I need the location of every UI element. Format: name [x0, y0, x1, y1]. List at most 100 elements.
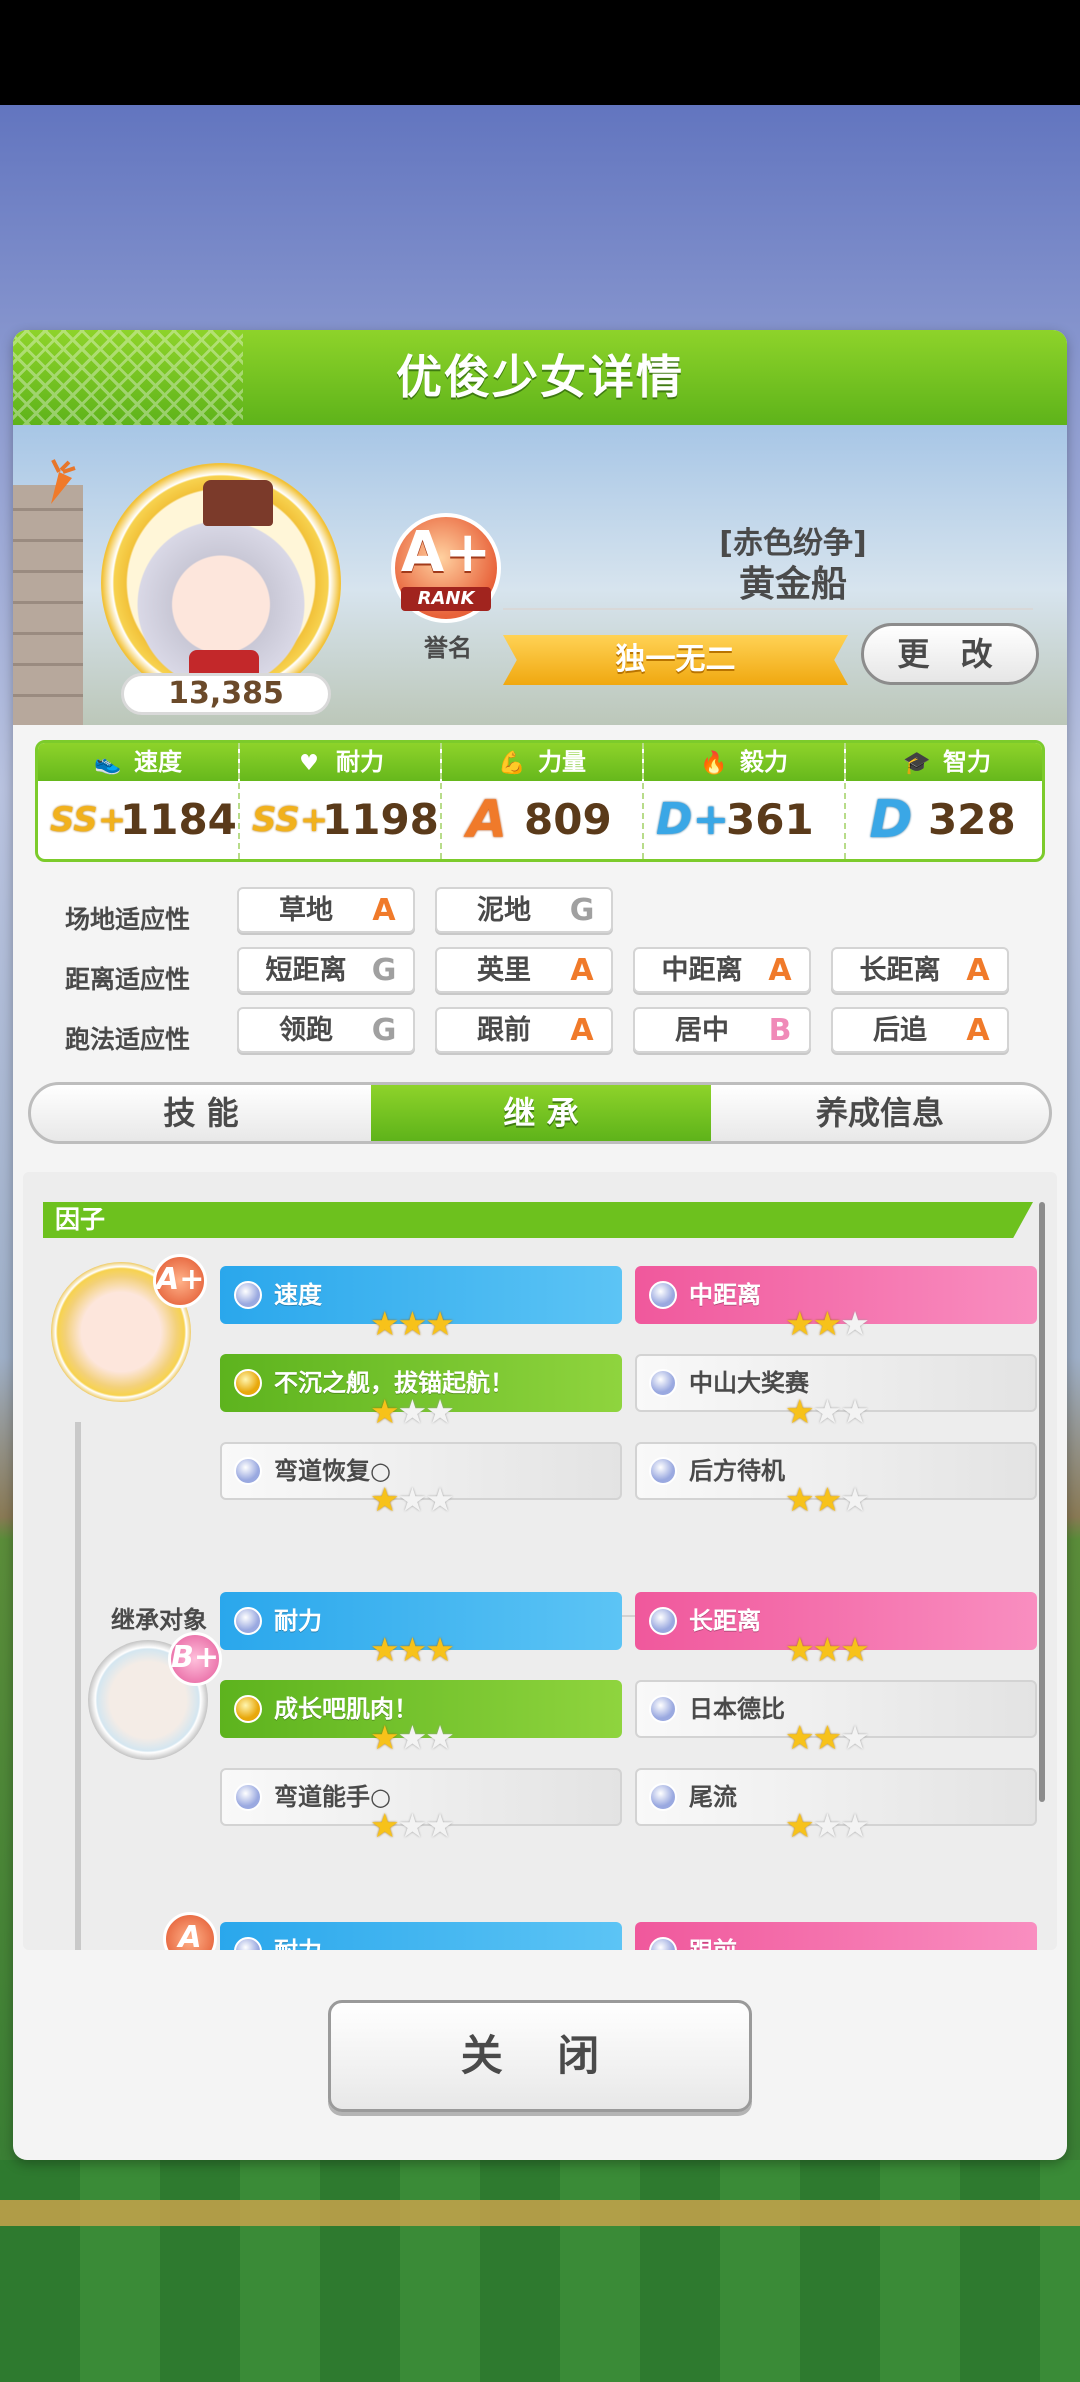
star-filled-icon: ★: [397, 1630, 428, 1669]
status-bar: [0, 0, 1080, 105]
scrollbar[interactable]: [1039, 1202, 1045, 1802]
panel-header: 优俊少女详情: [13, 330, 1067, 425]
self-rank-badge: A+: [153, 1254, 207, 1308]
panel-title: 优俊少女详情: [396, 350, 684, 404]
factor-parent-3[interactable]: 日本德比 ★★★: [635, 1680, 1037, 1756]
star-filled-icon: ★: [840, 1630, 870, 1669]
star-filled-icon: ★: [425, 1630, 455, 1669]
factor-self-2[interactable]: 不沉之舰，拔锚起航！ ★★★: [220, 1354, 622, 1430]
star-filled-icon: ★: [785, 1304, 815, 1343]
stat-value: 328: [928, 795, 1016, 844]
factor-self-4[interactable]: 弯道恢复○ ★★★: [220, 1442, 622, 1518]
divider: [503, 608, 1033, 610]
factor-self-3[interactable]: 中山大奖赛 ★★★: [635, 1354, 1037, 1430]
star-empty-icon: ★: [397, 1480, 428, 1519]
muscle-icon: 💪: [498, 751, 526, 776]
title-ribbon: 独一无二: [503, 635, 848, 685]
star-empty-icon: ★: [397, 1718, 428, 1757]
style-aptitude-label: 跑法适应性: [65, 1025, 191, 1054]
factor-parent-2[interactable]: 成长吧肌肉！ ★★★: [220, 1680, 622, 1756]
star-filled-icon: ★: [370, 1806, 400, 1845]
star-empty-icon: ★: [840, 1392, 870, 1431]
stat-name: 力量: [538, 748, 586, 776]
close-button[interactable]: 关 闭: [328, 2000, 752, 2112]
aptitude-dirt: 泥地 G: [435, 887, 613, 933]
star-filled-icon: ★: [425, 1304, 455, 1343]
factor-parent-4[interactable]: 弯道能手○ ★★★: [220, 1768, 622, 1844]
umamusume-detail-panel: 优俊少女详情 13,385 A+ RANK 誉名 [赤色纷争] 黄金船 独一无二…: [13, 330, 1067, 2160]
character-hat: [203, 480, 273, 526]
tab-inheritance[interactable]: 继 承: [371, 1085, 711, 1141]
rank-caption: 誉名: [424, 634, 472, 662]
star-filled-icon: ★: [812, 1480, 843, 1519]
aptitude-medium: 中距离 A: [633, 947, 811, 993]
tab-skills[interactable]: 技 能: [31, 1085, 371, 1141]
factor-next-1[interactable]: 跟前: [635, 1922, 1037, 1950]
factor-self-0[interactable]: 速度 ★★★: [220, 1266, 622, 1342]
detail-tabs: 技 能 继 承 养成信息: [28, 1082, 1052, 1144]
factor-header: 因子: [43, 1202, 1033, 1238]
star-empty-icon: ★: [812, 1806, 843, 1845]
stat-grade: SS+: [252, 800, 329, 840]
flame-icon: 🔥: [700, 751, 728, 776]
star-filled-icon: ★: [785, 1806, 815, 1845]
star-filled-icon: ★: [785, 1392, 815, 1431]
factor-self-1[interactable]: 中距离 ★★★: [635, 1266, 1037, 1342]
aptitude-pace: 跟前 A: [435, 1007, 613, 1053]
stat-guts: 🔥 毅力 D+ 361: [644, 743, 846, 859]
star-filled-icon: ★: [785, 1718, 815, 1757]
star-empty-icon: ★: [812, 1392, 843, 1431]
stat-grade: A: [466, 790, 508, 850]
stat-name: 耐力: [336, 748, 384, 776]
distance-aptitude-label: 距离适应性: [65, 965, 191, 994]
cap-icon: 🎓: [903, 751, 931, 776]
star-filled-icon: ★: [812, 1304, 843, 1343]
aptitude-mile: 英里 A: [435, 947, 613, 993]
factor-list[interactable]: 因子 A+ 速度 ★★★ 中距离 ★★★ 不沉之舰，拔锚起航！ ★★★ 中山大奖赛 ★★…: [23, 1172, 1057, 1950]
fan-count: 13,385: [121, 673, 331, 715]
inherit-label: 继承对象: [111, 1606, 207, 1634]
aptitude-sprint: 短距离 G: [237, 947, 415, 993]
star-filled-icon: ★: [785, 1480, 815, 1519]
shoe-icon: 👟: [94, 751, 122, 776]
rank-grade: A+: [400, 520, 492, 585]
factor-parent-1[interactable]: 长距离 ★★★: [635, 1592, 1037, 1668]
stat-value: 809: [524, 795, 612, 844]
rank-label: RANK: [401, 587, 491, 611]
star-empty-icon: ★: [840, 1480, 870, 1519]
star-empty-icon: ★: [397, 1392, 428, 1431]
change-title-button[interactable]: 更 改: [861, 623, 1039, 685]
star-filled-icon: ★: [812, 1718, 843, 1757]
stat-name: 速度: [134, 748, 182, 776]
background-field: [0, 2160, 1080, 2382]
star-filled-icon: ★: [812, 1630, 843, 1669]
aptitude-long: 长距离 A: [831, 947, 1009, 993]
profile-section: 13,385 A+ RANK 誉名 [赤色纷争] 黄金船 独一无二 更 改: [13, 425, 1067, 725]
factor-next-0[interactable]: 耐力: [220, 1922, 622, 1950]
aptitude-end: 后追 A: [831, 1007, 1009, 1053]
star-filled-icon: ★: [370, 1718, 400, 1757]
factor-parent-5[interactable]: 尾流 ★★★: [635, 1768, 1037, 1844]
star-empty-icon: ★: [425, 1718, 455, 1757]
star-empty-icon: ★: [840, 1304, 870, 1343]
character-name: 黄金船: [738, 564, 847, 605]
star-filled-icon: ★: [370, 1304, 400, 1343]
next-rank-badge: A: [163, 1912, 217, 1950]
stat-grade: D: [869, 790, 913, 850]
star-filled-icon: ★: [370, 1630, 400, 1669]
field-aptitude-label: 场地适应性: [65, 905, 191, 934]
aptitude-front: 领跑 G: [237, 1007, 415, 1053]
star-filled-icon: ★: [785, 1630, 815, 1669]
star-filled-icon: ★: [397, 1304, 428, 1343]
tab-training-info[interactable]: 养成信息: [711, 1085, 1049, 1141]
stat-speed: 👟 速度 SS+ 1184: [38, 743, 240, 859]
factor-self-5[interactable]: 后方待机 ★★★: [635, 1442, 1037, 1518]
tree-line: [75, 1422, 81, 1950]
stat-wisdom: 🎓 智力 D 328: [846, 743, 1042, 859]
star-empty-icon: ★: [425, 1806, 455, 1845]
star-empty-icon: ★: [840, 1718, 870, 1757]
stat-value: 1184: [120, 795, 237, 844]
star-empty-icon: ★: [425, 1392, 455, 1431]
star-empty-icon: ★: [425, 1480, 455, 1519]
factor-parent-0[interactable]: 耐力 ★★★: [220, 1592, 622, 1668]
